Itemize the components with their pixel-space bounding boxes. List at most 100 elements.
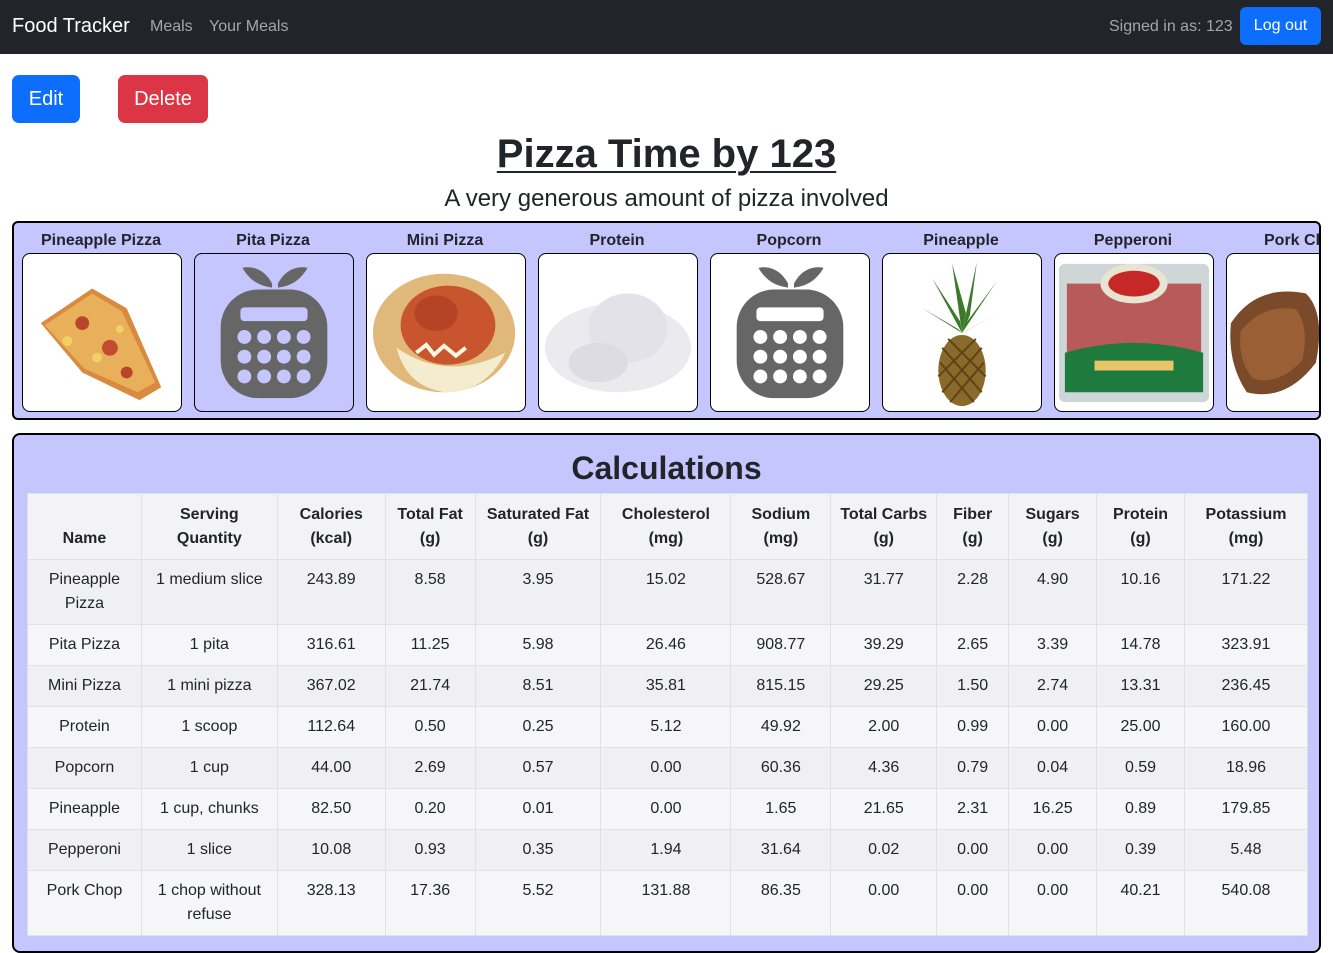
table-cell: 908.77 [730,624,832,666]
pizza-slice-image[interactable] [22,253,182,412]
nav-your-meals-link[interactable]: Your Meals [209,17,288,37]
food-card[interactable]: Popcorn [708,223,870,418]
table-cell: 11.25 [384,624,476,666]
calculator-apple-icon[interactable] [710,253,870,412]
table-cell: 14.78 [1096,624,1185,666]
table-cell: 8.58 [384,559,476,625]
food-carousel[interactable]: Pineapple Pizza Pita Pizza Mini Pizza Pr… [12,221,1321,420]
pineapple-image[interactable] [882,253,1042,412]
table-cell: 60.36 [730,747,832,789]
logout-button[interactable]: Log out [1240,7,1321,45]
food-card[interactable]: Pineapple [880,223,1042,418]
pork-chop-image[interactable] [1226,253,1319,412]
food-name: Pepperoni [1093,232,1173,249]
column-header: Saturated Fat (g) [474,493,602,560]
table-cell: 1 mini pizza [140,665,278,707]
table-cell: 18.96 [1183,747,1309,789]
table-cell: 2.00 [830,706,938,748]
table-row: Protein 1 scoop 112.64 0.50 0.25 5.12 49.92 2.0… [27,706,1309,748]
table-cell: 0.93 [384,829,476,871]
pepperoni-package-image[interactable] [1054,253,1214,412]
navbar: Food Tracker Meals Your Meals Signed in … [0,0,1333,54]
column-header: Cholesterol (mg) [600,493,732,560]
table-cell: 1.50 [936,665,1010,707]
column-header: Potassium (mg) [1183,493,1309,560]
table-row: Pineapple Pizza 1 medium slice 243.89 8.58 3… [27,559,1309,625]
food-card[interactable]: Pork Ch [1224,223,1321,418]
delete-button[interactable]: Delete [118,75,208,123]
table-cell: 4.90 [1008,559,1098,625]
table-cell: 0.57 [474,747,602,789]
table-cell: 0.00 [936,870,1010,936]
food-card[interactable]: Pepperoni [1052,223,1214,418]
food-name: Popcorn [756,232,822,249]
table-cell: 29.25 [830,665,938,707]
table-cell: 0.00 [1008,706,1098,748]
table-cell: 1.65 [730,788,832,830]
food-name: Pork Ch [1264,232,1321,249]
column-header: Serving Quantity [140,493,278,560]
calculator-apple-icon[interactable] [194,253,354,412]
table-cell: 86.35 [730,870,832,936]
table-row: Pork Chop 1 chop without refuse 328.13 17.3… [27,870,1309,936]
table-cell: 0.01 [474,788,602,830]
table-cell: 10.16 [1096,559,1185,625]
mini-pizza-image[interactable] [366,253,526,412]
table-row: Pepperoni 1 slice 10.08 0.93 0.35 1.94 31.64 0.… [27,829,1309,871]
table-cell: 528.67 [730,559,832,625]
table-row: Pita Pizza 1 pita 316.61 11.25 5.98 26.46 908.… [27,624,1309,666]
table-cell: 1 medium slice [140,559,278,625]
column-header: Fiber (g) [936,493,1010,560]
food-card[interactable]: Pineapple Pizza [20,223,182,418]
table-cell: 3.39 [1008,624,1098,666]
table-cell: 540.08 [1183,870,1309,936]
nutrition-table: Name Serving Quantity Calories (kcal) To… [27,493,1309,936]
food-name: Pineapple Pizza [40,232,162,249]
table-cell: 0.89 [1096,788,1185,830]
brand-link[interactable]: Food Tracker [12,14,130,38]
table-cell: 112.64 [276,706,386,748]
table-cell: 2.69 [384,747,476,789]
table-cell: 39.29 [830,624,938,666]
food-name-cell: Mini Pizza [27,665,142,707]
edit-button[interactable]: Edit [12,75,80,123]
table-cell: 328.13 [276,870,386,936]
column-header: Calories (kcal) [276,493,386,560]
table-cell: 44.00 [276,747,386,789]
food-card[interactable]: Protein [536,223,698,418]
column-header: Sodium (mg) [730,493,832,560]
food-name-cell: Pineapple [27,788,142,830]
table-row: Pineapple 1 cup, chunks 82.50 0.20 0.01 0.00 1… [27,788,1309,830]
table-cell: 243.89 [276,559,386,625]
table-cell: 0.00 [936,829,1010,871]
table-cell: 21.65 [830,788,938,830]
table-cell: 0.00 [1008,829,1098,871]
table-cell: 5.52 [474,870,602,936]
table-cell: 1 cup [140,747,278,789]
food-name: Mini Pizza [406,232,484,249]
column-header: Total Fat (g) [384,493,476,560]
food-name: Protein [589,232,645,249]
table-cell: 2.65 [936,624,1010,666]
table-cell: 0.59 [1096,747,1185,789]
table-cell: 5.98 [474,624,602,666]
table-cell: 0.39 [1096,829,1185,871]
protein-powder-image[interactable] [538,253,698,412]
table-cell: 0.00 [1008,870,1098,936]
table-cell: 1 slice [140,829,278,871]
table-cell: 0.25 [474,706,602,748]
nav-meals-link[interactable]: Meals [150,17,193,37]
table-cell: 8.51 [474,665,602,707]
table-cell: 0.00 [600,747,732,789]
column-header: Protein (g) [1096,493,1185,560]
table-cell: 2.31 [936,788,1010,830]
table-cell: 179.85 [1183,788,1309,830]
table-cell: 815.15 [730,665,832,707]
food-card[interactable]: Mini Pizza [364,223,526,418]
food-card[interactable]: Pita Pizza [192,223,354,418]
table-cell: 2.74 [1008,665,1098,707]
table-cell: 26.46 [600,624,732,666]
table-cell: 323.91 [1183,624,1309,666]
table-row: Mini Pizza 1 mini pizza 367.02 21.74 8.51 35.… [27,665,1309,707]
table-cell: 0.00 [830,870,938,936]
